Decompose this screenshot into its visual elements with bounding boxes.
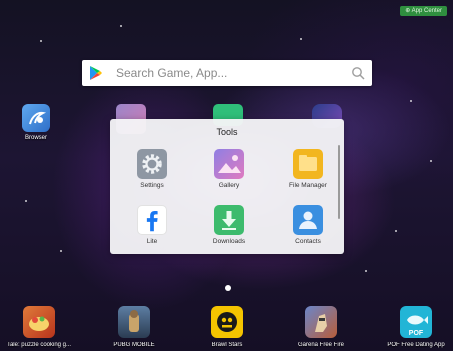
contacts-icon [293, 205, 323, 235]
search-icon[interactable] [351, 66, 365, 80]
pubg-icon [118, 306, 150, 338]
dock-app-pof[interactable]: POF POF Free Dating App [381, 306, 451, 348]
dock-app-free-fire[interactable]: Garena Free Fire [286, 306, 356, 348]
star-decoration [395, 230, 397, 232]
contacts-label: Contacts [295, 238, 321, 245]
play-store-icon [90, 66, 102, 80]
home-screen: ⊕ App Center Search Game, App... Browser… [0, 0, 453, 351]
folder-icon [293, 149, 323, 179]
gallery-label: Gallery [218, 182, 240, 189]
browser-app[interactable]: Browser [16, 104, 56, 141]
settings-label: Settings [140, 182, 164, 189]
downloads-app[interactable]: Downloads [199, 205, 259, 245]
star-decoration [365, 270, 367, 272]
facebook-icon [137, 205, 167, 235]
star-decoration [120, 25, 122, 27]
dock-label: Tale: puzzle cooking g... [6, 342, 72, 348]
downloads-label: Downloads [212, 238, 246, 245]
contacts-app[interactable]: Contacts [278, 205, 338, 245]
settings-app[interactable]: Settings [122, 149, 182, 189]
browser-icon [22, 104, 50, 132]
tools-folder: Tools Settings Gallery File Manager Lite… [110, 119, 344, 254]
dock-app-brawl-stars[interactable]: Brawl Stars [192, 306, 262, 348]
facebook-lite-app[interactable]: Lite [122, 205, 182, 245]
dock-app-pubg[interactable]: PUBG MOBILE [99, 306, 169, 348]
star-decoration [300, 38, 302, 40]
file-manager-app[interactable]: File Manager [278, 149, 338, 189]
file-manager-label: File Manager [289, 182, 327, 189]
brawl-stars-icon [211, 306, 243, 338]
svg-text:POF: POF [409, 330, 424, 337]
pof-icon: POF [400, 306, 432, 338]
dock-label: PUBG MOBILE [113, 342, 155, 348]
free-fire-icon [305, 306, 337, 338]
folder-title: Tools [216, 127, 238, 137]
gallery-icon [214, 149, 244, 179]
dock-label: Garena Free Fire [297, 342, 345, 348]
star-decoration [40, 40, 42, 42]
dock-app-tale[interactable]: Tale: puzzle cooking g... [4, 306, 74, 348]
search-bar[interactable]: Search Game, App... [82, 60, 372, 86]
dock-label: Brawl Stars [211, 342, 243, 348]
dock-label: POF Free Dating App [387, 342, 445, 348]
folder-scrollbar[interactable] [338, 145, 340, 219]
star-decoration [430, 160, 432, 162]
page-indicator-dot[interactable] [225, 285, 231, 291]
lite-label: Lite [146, 238, 158, 245]
gallery-app[interactable]: Gallery [199, 149, 259, 189]
gear-icon [137, 149, 167, 179]
download-icon [214, 205, 244, 235]
star-decoration [25, 200, 27, 202]
app-center-badge[interactable]: ⊕ App Center [400, 6, 447, 16]
star-decoration [60, 250, 62, 252]
search-input[interactable]: Search Game, App... [116, 66, 351, 80]
tale-game-icon [23, 306, 55, 338]
star-decoration [410, 100, 412, 102]
browser-label: Browser [24, 135, 47, 141]
